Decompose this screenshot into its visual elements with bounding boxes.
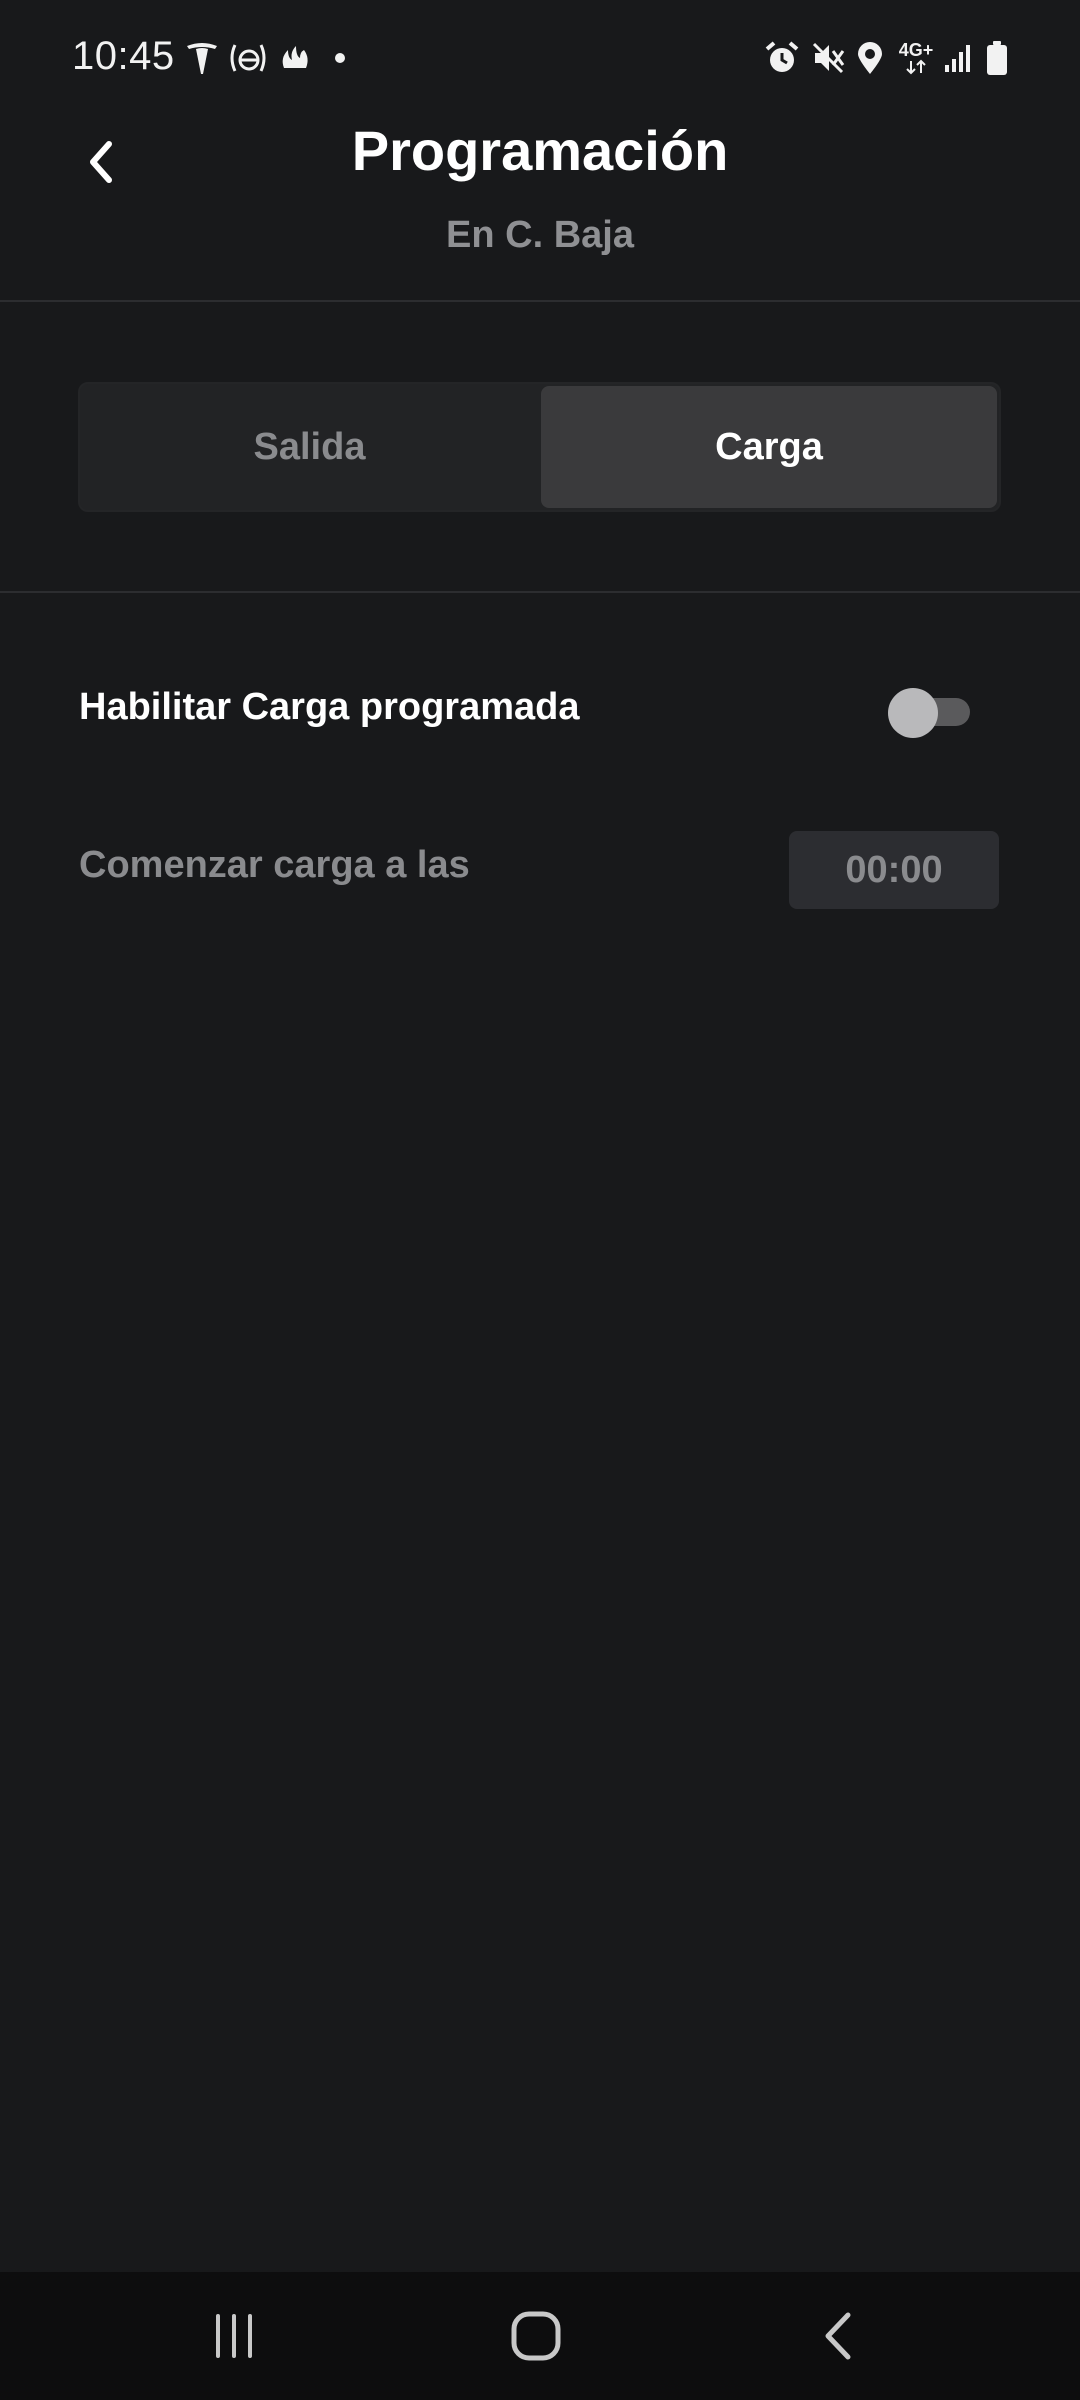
enable-scheduled-charging-toggle[interactable]	[886, 688, 972, 738]
recent-apps-icon	[216, 2314, 252, 2358]
page-subtitle: En C. Baja	[446, 214, 634, 256]
e-app-icon	[228, 38, 268, 78]
toggle-knob	[888, 688, 938, 738]
tab-salida[interactable]: Salida	[82, 386, 537, 508]
schedule-type-tabs: Salida Carga	[78, 382, 1001, 512]
tesla-icon	[182, 38, 222, 78]
mute-icon	[808, 38, 848, 78]
home-button[interactable]	[456, 2272, 616, 2400]
home-icon	[511, 2311, 561, 2361]
signal-icon	[940, 38, 976, 78]
dot-icon	[330, 38, 350, 78]
system-nav-bar	[0, 2272, 1080, 2400]
page-title: Programación	[351, 119, 729, 182]
start-charging-at-label: Comenzar carga a las	[79, 844, 470, 886]
recent-apps-button[interactable]	[154, 2272, 314, 2400]
network-4g-icon: 4G+	[896, 38, 936, 78]
start-time-field[interactable]: 00:00	[789, 831, 999, 909]
status-bar: 10:45 4G+	[0, 0, 1080, 120]
battery-icon	[980, 38, 1014, 78]
location-icon	[852, 38, 888, 78]
alarm-icon	[762, 38, 802, 78]
header-divider	[0, 300, 1080, 302]
status-time: 10:45	[72, 34, 175, 78]
flame-icon	[276, 38, 316, 78]
tab-carga[interactable]: Carga	[541, 386, 997, 508]
enable-scheduled-charging-label: Habilitar Carga programada	[79, 686, 580, 728]
network-label: 4G+	[898, 40, 934, 60]
nav-back-button[interactable]	[758, 2272, 918, 2400]
nav-back-icon	[825, 2312, 851, 2360]
tabs-divider	[0, 591, 1080, 593]
